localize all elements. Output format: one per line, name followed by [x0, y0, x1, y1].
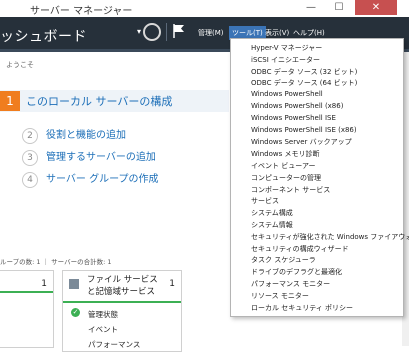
tools-menu-item[interactable]: セキュリティが強化された Windows ファイアウォール	[251, 232, 409, 242]
step-add-roles[interactable]: 2 役割と機能の追加	[22, 126, 126, 144]
tools-menu-item[interactable]: Windows メモリ診断	[251, 149, 319, 159]
window-title: サーバー マネージャー	[30, 6, 133, 17]
minimize-button[interactable]: —	[300, 0, 322, 15]
maximize-button[interactable]: ☐	[328, 0, 350, 15]
tools-menu-item[interactable]: ドライブのデフラグと最適化	[251, 267, 342, 277]
step-number: 2	[22, 128, 38, 144]
title-bar: サーバー マネージャー — ☐ ✕	[0, 0, 409, 18]
menu-help[interactable]: ヘルプ(H)	[293, 28, 325, 38]
role-tile[interactable]: 1	[0, 270, 54, 348]
page-title: ッシュボード	[0, 29, 87, 45]
menu-manage[interactable]: 管理(M)	[198, 28, 224, 38]
status-bar	[63, 301, 181, 303]
tools-menu-item[interactable]: コンポーネント サービス	[251, 185, 330, 195]
tools-menu-item[interactable]: タスク スケジューラ	[251, 255, 316, 265]
tile-row-events[interactable]: イベント	[88, 324, 118, 335]
step-number: 1	[0, 91, 20, 111]
tools-menu-item[interactable]: Windows PowerShell (x86)	[251, 102, 343, 110]
tools-menu-item[interactable]: Windows Server バックアップ	[251, 137, 352, 147]
tools-menu-item[interactable]: ODBC データ ソース (64 ビット)	[251, 78, 357, 88]
tools-menu-item[interactable]: サービス	[251, 196, 279, 206]
welcome-label: ようこそ	[6, 61, 34, 69]
server-count: 1	[41, 279, 47, 289]
tools-menu-item[interactable]: コンピューターの管理	[251, 173, 321, 183]
step-number: 3	[22, 150, 38, 166]
server-count: 1	[169, 279, 175, 289]
tile-row-performance[interactable]: パフォーマンス	[88, 339, 140, 350]
tools-menu-item[interactable]: イベント ビューアー	[251, 161, 316, 171]
file-server-icon	[69, 279, 79, 289]
tools-menu-item[interactable]: Windows PowerShell	[251, 90, 323, 98]
tools-menu-item[interactable]: システム構成	[251, 208, 293, 218]
tile-row-manageability[interactable]: 管理状態	[88, 309, 118, 320]
tools-menu-item[interactable]: Windows PowerShell ISE	[251, 114, 336, 122]
step-number: 4	[22, 172, 38, 188]
step-label: 役割と機能の追加	[46, 130, 126, 141]
step-label: 管理するサーバーの追加	[46, 152, 156, 163]
server-groups-summary: ループの数: 1 ｜ サーバーの合計数: 1	[0, 258, 112, 266]
divider	[166, 23, 167, 41]
tools-dropdown-menu: Hyper-V マネージャー iSCSI イニシエーター ODBC データ ソース …	[230, 38, 409, 317]
tools-menu-item[interactable]: ODBC データ ソース (32 ビット)	[251, 67, 357, 77]
refresh-icon[interactable]	[143, 23, 161, 41]
tile-title: ファイル サービスと記憶域サービス	[87, 275, 158, 297]
step-configure-local-server[interactable]: このローカル サーバーの構成	[26, 93, 172, 109]
tools-menu-item[interactable]: セキュリティの構成ウィザード	[251, 244, 349, 254]
menu-view[interactable]: 表示(V)	[265, 28, 289, 38]
tools-menu-item[interactable]: ローカル セキュリティ ポリシー	[251, 303, 353, 313]
dropdown-arrow-icon[interactable]: ▾	[137, 27, 141, 36]
tools-menu-item[interactable]: Windows PowerShell ISE (x86)	[251, 126, 357, 134]
tools-menu-item[interactable]: iSCSI イニシエーター	[251, 55, 320, 65]
step-create-group[interactable]: 4 サーバー グループの作成	[22, 170, 158, 188]
file-storage-services-tile[interactable]: ファイル サービスと記憶域サービス 1 ✓ 管理状態 イベント パフォーマンス	[62, 270, 182, 352]
step-label: サーバー グループの作成	[46, 174, 159, 185]
step-add-servers[interactable]: 3 管理するサーバーの追加	[22, 148, 156, 166]
tools-menu-item[interactable]: リソース モニター	[251, 291, 309, 301]
notification-flag-icon[interactable]	[173, 24, 185, 38]
tools-menu-item[interactable]: システム情報	[251, 220, 293, 230]
status-bar	[0, 291, 53, 293]
close-button[interactable]: ✕	[355, 0, 397, 15]
tools-menu-item[interactable]: Hyper-V マネージャー	[251, 43, 322, 53]
tools-menu-item[interactable]: パフォーマンス モニター	[251, 279, 330, 289]
status-ok-icon: ✓	[71, 308, 80, 317]
